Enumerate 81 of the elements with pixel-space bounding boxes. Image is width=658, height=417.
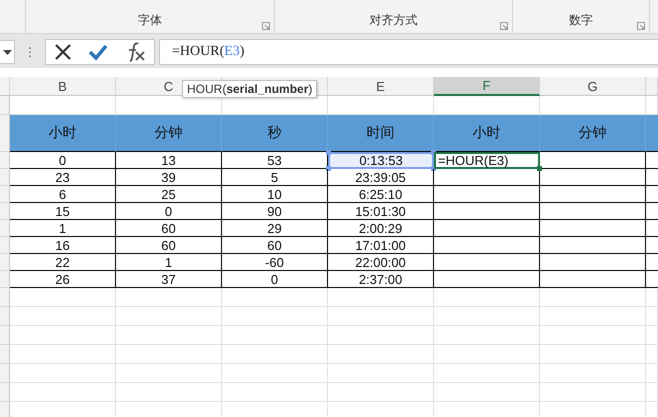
name-box[interactable] — [0, 40, 15, 64]
table-cell: 25 — [116, 186, 222, 203]
column-header[interactable]: G — [540, 77, 646, 96]
table-cell: 22:00:00 — [328, 254, 434, 271]
table-cell: 23:39:05 — [328, 169, 434, 186]
table-cell: 15 — [10, 203, 116, 220]
table-cell — [646, 307, 658, 326]
row-header[interactable] — [0, 254, 10, 271]
table-cell — [646, 288, 658, 307]
row-header[interactable] — [0, 402, 10, 417]
column-header[interactable]: E — [328, 77, 434, 96]
cancel-icon[interactable] — [54, 43, 72, 61]
table-cell: 60 — [116, 237, 222, 254]
header-cell: 小时 — [10, 115, 116, 152]
table-cell: 90 — [222, 203, 328, 220]
header-cell: 时间 — [328, 115, 434, 152]
table-cell: 1 — [116, 254, 222, 271]
row-header[interactable] — [0, 203, 10, 220]
table-cell: 2:37:00 — [328, 271, 434, 288]
table-cell — [646, 345, 658, 364]
table-cell — [646, 383, 658, 402]
header-cell — [646, 115, 658, 152]
dialog-launcher-icon[interactable] — [637, 22, 645, 30]
table-cell: 16 — [10, 237, 116, 254]
row-header[interactable] — [0, 96, 10, 115]
header-cell: 分钟 — [116, 115, 222, 152]
column-header[interactable]: F — [434, 77, 540, 96]
header-cell: 小时 — [434, 115, 540, 152]
row-header[interactable] — [0, 115, 10, 152]
group-label: 数字 — [569, 12, 593, 29]
row-header[interactable] — [0, 364, 10, 383]
column-header[interactable] — [646, 77, 658, 96]
table-cell: 0 — [116, 203, 222, 220]
row-header[interactable] — [0, 169, 10, 186]
table-cell: 60 — [116, 220, 222, 237]
row-header[interactable] — [0, 288, 10, 307]
row-header[interactable] — [0, 271, 10, 288]
table-cell: 39 — [116, 169, 222, 186]
more-icon[interactable]: ⋮ — [15, 45, 45, 59]
table-cell: 6:25:10 — [328, 186, 434, 203]
table-cell: 37 — [116, 271, 222, 288]
header-cell: 分钟 — [540, 115, 646, 152]
check-icon[interactable] — [88, 43, 108, 61]
table-cell: 17:01:00 — [328, 237, 434, 254]
formula-field[interactable]: =HOUR(E3) — [159, 39, 658, 65]
table-cell: 0:13:53 — [328, 152, 434, 169]
table-cell: 23 — [10, 169, 116, 186]
table-cell: 1 — [10, 220, 116, 237]
table-cell: -60 — [222, 254, 328, 271]
table-cell: 10 — [222, 186, 328, 203]
row-header[interactable] — [0, 383, 10, 402]
table-cell: 60 — [222, 237, 328, 254]
table-cell — [646, 364, 658, 383]
function-tooltip: HOUR(serial_number) — [182, 80, 318, 98]
table-cell: 6 — [10, 186, 116, 203]
table-cell — [646, 326, 658, 345]
group-label: 对齐方式 — [370, 12, 418, 29]
table-cell: 15:01:30 — [328, 203, 434, 220]
table-cell: 13 — [116, 152, 222, 169]
row-header[interactable] — [0, 186, 10, 203]
row-header[interactable] — [0, 220, 10, 237]
table-cell: 22 — [10, 254, 116, 271]
column-header[interactable]: B — [10, 77, 116, 96]
dialog-launcher-icon[interactable] — [262, 22, 270, 30]
table-cell: 0 — [222, 271, 328, 288]
table-cell: =HOUR(E3) — [434, 152, 540, 169]
row-header[interactable] — [0, 326, 10, 345]
table-cell: 2:00:29 — [328, 220, 434, 237]
row-header[interactable] — [0, 345, 10, 364]
caret-icon — [2, 50, 12, 54]
table-cell: 0 — [10, 152, 116, 169]
table-cell: 5 — [222, 169, 328, 186]
header-cell: 秒 — [222, 115, 328, 152]
group-label: 字体 — [138, 12, 162, 29]
table-cell: 26 — [10, 271, 116, 288]
row-header[interactable] — [0, 237, 10, 254]
table-cell: 29 — [222, 220, 328, 237]
row-header[interactable] — [0, 307, 10, 326]
row-header[interactable] — [0, 152, 10, 169]
dialog-launcher-icon[interactable] — [500, 22, 508, 30]
corner-cell[interactable] — [0, 77, 10, 96]
